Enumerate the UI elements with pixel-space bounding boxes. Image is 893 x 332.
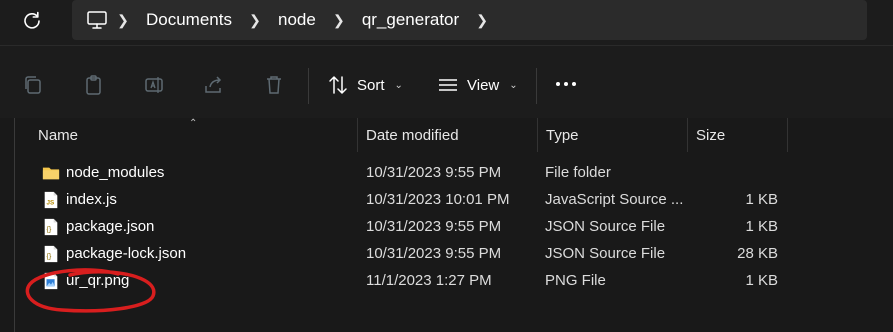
svg-text:{}: {}: [47, 252, 52, 261]
column-separator[interactable]: [357, 118, 358, 152]
chevron-down-icon: ⌄: [394, 79, 403, 91]
file-date: 10/31/2023 9:55 PM: [366, 245, 502, 262]
file-name: package.json: [66, 218, 155, 235]
file-size: 1 KB: [745, 191, 778, 208]
rename-icon[interactable]: [143, 74, 165, 96]
dot-icon: [556, 82, 560, 86]
chevron-right-icon[interactable]: ❯: [240, 12, 270, 29]
file-row[interactable]: {} package-lock.json 10/31/2023 9:55 PM …: [0, 241, 893, 268]
file-size: 1 KB: [745, 272, 778, 289]
file-row[interactable]: node_modules 10/31/2023 9:55 PM File fol…: [0, 160, 893, 187]
share-icon[interactable]: [203, 74, 225, 96]
sort-icon: [329, 76, 347, 94]
svg-text:{}: {}: [47, 225, 52, 234]
json-file-icon: {}: [44, 245, 58, 263]
folder-icon: [42, 167, 60, 180]
breadcrumb-qr-generator[interactable]: qr_generator: [354, 10, 467, 30]
paste-icon[interactable]: [83, 74, 105, 96]
chevron-right-icon[interactable]: ❯: [467, 12, 497, 29]
file-date: 10/31/2023 9:55 PM: [366, 164, 502, 181]
file-type: PNG File: [545, 272, 606, 289]
toolbar-separator: [536, 68, 537, 104]
chevron-down-icon: ⌄: [509, 79, 518, 91]
this-pc-icon[interactable]: [86, 9, 108, 31]
chevron-right-icon[interactable]: ❯: [324, 12, 354, 29]
sort-button[interactable]: Sort ⌄: [327, 70, 403, 100]
copy-icon[interactable]: [22, 74, 44, 96]
file-date: 11/1/2023 1:27 PM: [366, 272, 492, 289]
chevron-right-icon[interactable]: ❯: [108, 12, 138, 29]
js-file-icon: JS: [44, 191, 58, 209]
breadcrumb-documents[interactable]: Documents: [138, 10, 240, 30]
file-name: node_modules: [66, 164, 165, 181]
json-file-icon: {}: [44, 218, 58, 236]
column-name[interactable]: Name: [38, 127, 78, 144]
view-button[interactable]: View ⌄: [437, 70, 518, 100]
toolbar-separator: [308, 68, 309, 104]
command-bar: Sort ⌄ View ⌄: [0, 46, 893, 118]
column-separator[interactable]: [687, 118, 688, 152]
file-date: 10/31/2023 9:55 PM: [366, 218, 502, 235]
dot-icon: [572, 82, 576, 86]
column-separator[interactable]: [787, 118, 788, 152]
delete-icon[interactable]: [263, 74, 285, 96]
file-date: 10/31/2023 10:01 PM: [366, 191, 510, 208]
file-row[interactable]: JS index.js 10/31/2023 10:01 PM JavaScri…: [0, 187, 893, 214]
breadcrumb-node[interactable]: node: [270, 10, 324, 30]
file-name: package-lock.json: [66, 245, 187, 262]
file-type: File folder: [545, 164, 611, 181]
file-type: JavaScript Source ...: [545, 191, 684, 208]
file-size: 1 KB: [745, 218, 778, 235]
annotation-circle: [25, 268, 156, 313]
refresh-icon[interactable]: [20, 9, 44, 33]
svg-text:JS: JS: [47, 200, 55, 207]
dot-icon: [564, 82, 568, 86]
address-bar-area: ❯ Documents ❯ node ❯ qr_generator ❯: [0, 0, 893, 45]
file-size: 28 KB: [737, 245, 778, 262]
view-label: View: [467, 76, 500, 94]
sort-label: Sort: [357, 76, 385, 94]
file-row[interactable]: {} package.json 10/31/2023 9:55 PM JSON …: [0, 214, 893, 241]
column-header-row: Name Date modified Type Size: [0, 118, 893, 153]
breadcrumb[interactable]: ❯ Documents ❯ node ❯ qr_generator ❯: [72, 0, 867, 40]
column-size[interactable]: Size: [696, 127, 725, 144]
column-separator[interactable]: [537, 118, 538, 152]
file-type: JSON Source File: [545, 218, 666, 235]
view-icon: [439, 79, 457, 91]
file-type: JSON Source File: [545, 245, 666, 262]
column-date-modified[interactable]: Date modified: [366, 127, 459, 144]
column-type[interactable]: Type: [546, 127, 579, 144]
more-options-button[interactable]: [556, 82, 576, 86]
file-name: index.js: [66, 191, 117, 208]
